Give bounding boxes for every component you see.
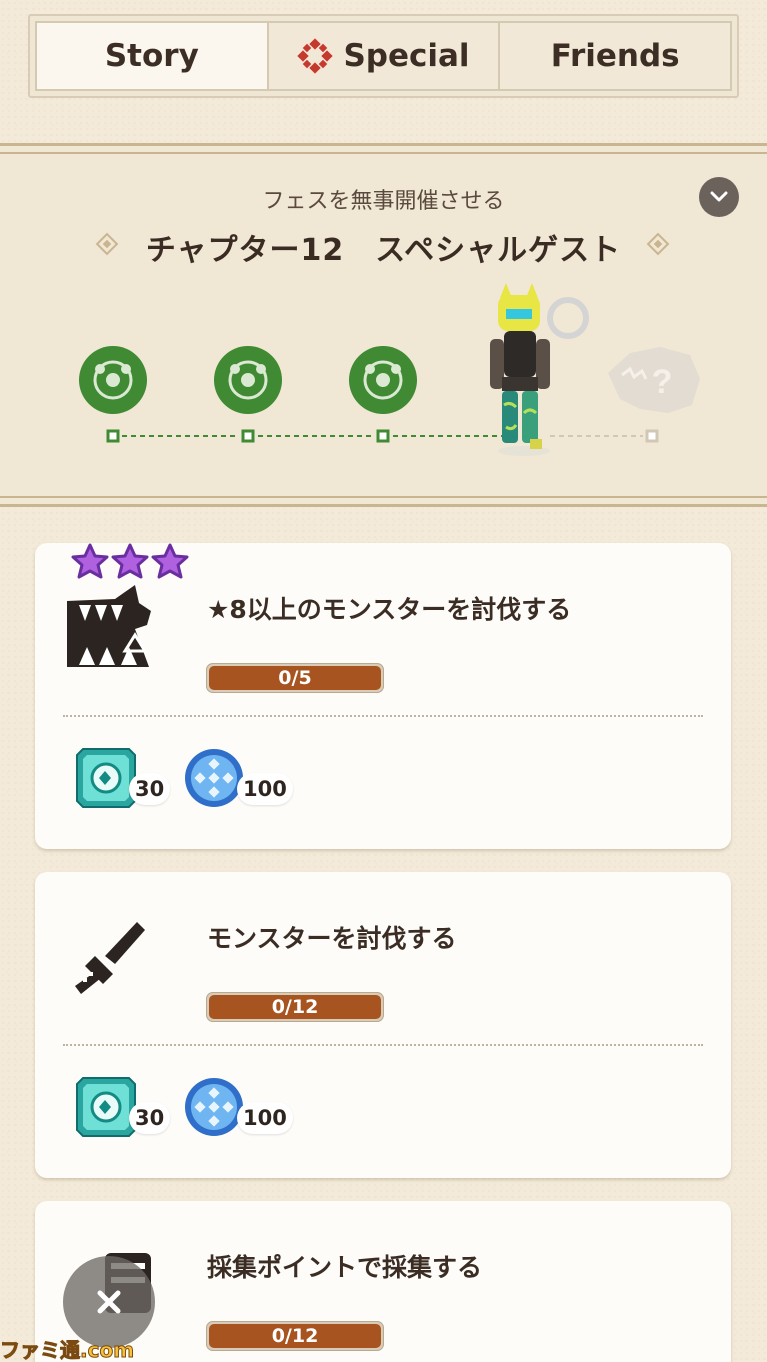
star-icon [71,543,109,579]
difficulty-stars [71,543,189,579]
sword-icon [75,922,145,994]
tab-bar-inner: Story Special Friends [35,21,732,91]
completed-node-icon[interactable] [349,346,417,443]
tab-special-label: Special [343,38,470,74]
reward-count: 30 [129,773,171,805]
tab-special[interactable]: Special [268,23,501,89]
svg-text:?: ? [652,363,673,401]
completed-node-icon[interactable] [79,346,147,443]
star-icon [111,543,149,579]
locked-monster-icon: ? [608,347,700,443]
close-icon [97,1290,121,1314]
divider [63,1044,703,1046]
hunter-avatar[interactable] [490,283,589,456]
chapter-progress-track: ? [79,283,700,456]
mission-card[interactable]: ★8以上のモンスターを討伐する 0/5 30 100 [35,543,731,849]
watermark-logo: ファミ通.com [0,1338,135,1362]
mission-progress-label: 0/12 [209,1324,381,1348]
reward-count: 30 [129,1102,171,1134]
blue-medal-icon [185,1078,243,1136]
special-emblem-icon [297,38,334,74]
mission-title: ★8以上のモンスターを討伐する [207,595,572,624]
mission-progress-label: 0/5 [209,666,381,690]
teal-gem-ticket-icon [76,1077,136,1137]
mission-card[interactable]: モンスターを討伐する 0/12 30 100 [35,872,731,1178]
reward-item[interactable]: 30 [75,747,185,811]
tab-friends-label: Friends [550,38,680,74]
tab-friends[interactable]: Friends [500,23,731,89]
tab-bar: Story Special Friends [28,14,739,98]
chapter-panel: フェスを無事開催させる チャプター12 スペシャルゲスト ? [0,143,767,507]
reward-count: 100 [237,773,293,805]
mission-progress-label: 0/12 [209,995,381,1019]
reward-item[interactable]: 30 [75,1076,185,1140]
star-icon [151,543,189,579]
mission-title: 採集ポイントで採集する [207,1253,483,1282]
tab-story[interactable]: Story [37,23,269,89]
reward-item[interactable]: 100 [183,1076,293,1140]
mission-progress-bar: 0/12 [206,1321,384,1351]
monster-jaw-icon [67,585,151,667]
mission-progress-bar: 0/5 [206,663,384,693]
divider [63,715,703,717]
blue-medal-icon [185,749,243,807]
reward-count: 100 [237,1102,293,1134]
reward-item[interactable]: 100 [183,747,293,811]
tab-story-label: Story [104,38,199,74]
mission-progress-bar: 0/12 [206,992,384,1022]
divider [0,496,767,498]
teal-gem-ticket-icon [76,748,136,808]
divider [0,504,767,507]
mission-title: モンスターを討伐する [207,924,457,953]
completed-node-icon[interactable] [214,346,282,443]
